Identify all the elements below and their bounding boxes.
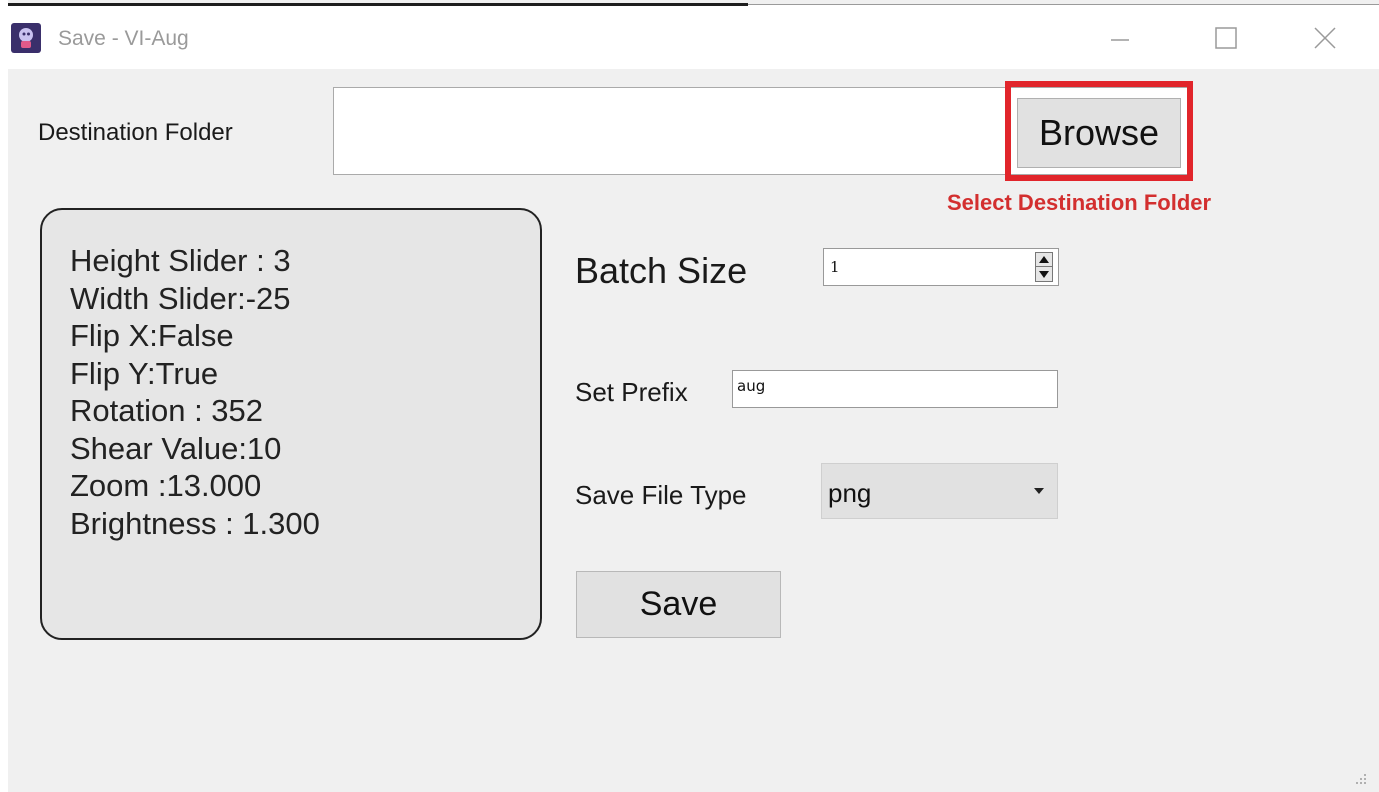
spin-up-button[interactable] bbox=[1036, 253, 1052, 267]
resize-grip-icon[interactable] bbox=[1352, 770, 1368, 786]
info-rotation: Rotation : 352 bbox=[70, 393, 264, 428]
browse-button[interactable]: Browse bbox=[1017, 98, 1181, 168]
chevron-down-icon bbox=[1034, 488, 1044, 494]
info-height-slider: Height Slider : 3 bbox=[70, 243, 291, 278]
save-file-type-label: Save File Type bbox=[575, 480, 747, 510]
minimize-button[interactable] bbox=[1090, 18, 1150, 58]
batch-size-label: Batch Size bbox=[575, 250, 748, 291]
info-flip-x: Flip X:False bbox=[70, 318, 234, 353]
info-width-slider: Width Slider:-25 bbox=[70, 280, 291, 316]
browse-annotation: Select Destination Folder bbox=[947, 190, 1212, 215]
close-icon bbox=[1314, 27, 1336, 49]
info-brightness: Brightness : 1.300 bbox=[70, 505, 320, 541]
file-type-value: png bbox=[828, 478, 872, 508]
spin-down-button[interactable] bbox=[1036, 267, 1052, 281]
minimize-icon bbox=[1111, 39, 1129, 41]
app-icon bbox=[11, 23, 41, 53]
save-button[interactable]: Save bbox=[576, 571, 781, 638]
info-zoom: Zoom :13.000 bbox=[70, 468, 262, 503]
set-prefix-label: Set Prefix bbox=[575, 377, 688, 407]
arrow-up-icon bbox=[1039, 256, 1049, 263]
close-button[interactable] bbox=[1295, 18, 1355, 58]
top-border-accent bbox=[8, 3, 748, 6]
augmentation-summary-panel: Height Slider : 3 Width Slider:-25 Flip … bbox=[40, 208, 542, 640]
arrow-down-icon bbox=[1039, 270, 1049, 278]
batch-size-spinbox[interactable]: 1 bbox=[823, 248, 1059, 286]
maximize-button[interactable] bbox=[1196, 18, 1256, 58]
info-flip-y: Flip Y:True bbox=[70, 355, 219, 391]
file-type-select[interactable]: png bbox=[821, 463, 1058, 519]
window-title: Save - VI-Aug bbox=[58, 27, 189, 50]
batch-size-value: 1 bbox=[830, 258, 840, 276]
title-bar bbox=[8, 5, 1379, 69]
spin-buttons bbox=[1035, 252, 1053, 282]
maximize-icon bbox=[1215, 27, 1237, 49]
info-shear: Shear Value:10 bbox=[70, 430, 282, 466]
destination-folder-label: Destination Folder bbox=[38, 119, 233, 146]
prefix-input[interactable]: aug bbox=[732, 370, 1058, 408]
